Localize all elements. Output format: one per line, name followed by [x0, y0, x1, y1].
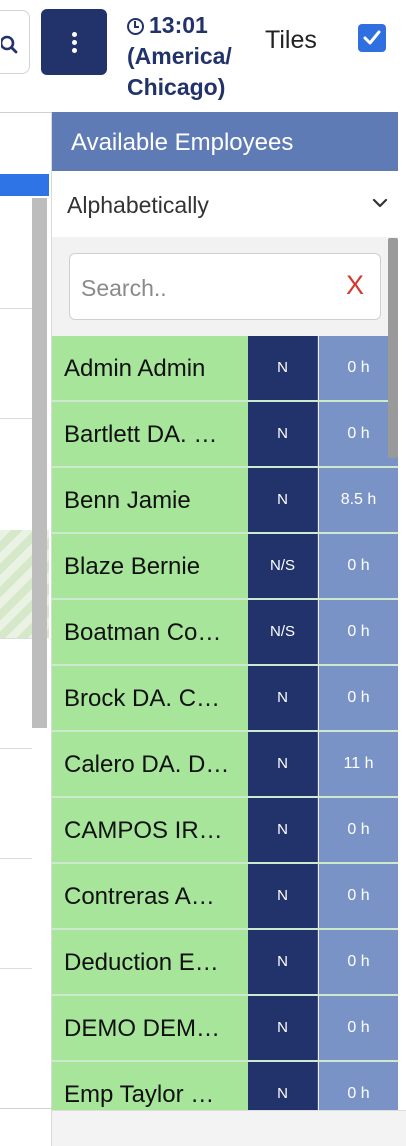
employee-status-badge: N	[248, 732, 318, 796]
employee-status-badge: N	[248, 798, 318, 862]
employee-status-badge: N	[248, 402, 318, 466]
current-time: 13:01 (America/ Chicago)	[127, 10, 257, 103]
employee-name: Blaze Bernie	[52, 534, 248, 598]
employee-name: Brock DA. C…	[52, 666, 248, 730]
employee-name: Benn Jamie	[52, 468, 248, 532]
employee-status-badge: N	[248, 666, 318, 730]
employee-status-badge: N	[248, 864, 318, 928]
panel-scrollbar[interactable]	[388, 238, 398, 458]
search-button[interactable]	[0, 10, 30, 74]
employee-hours: 0 h	[319, 402, 398, 466]
employee-row[interactable]: Benn Jamie N 8.5 h	[52, 468, 398, 534]
employee-hours: 0 h	[319, 666, 398, 730]
employee-hours: 0 h	[319, 930, 398, 994]
employee-hours: 0 h	[319, 1062, 398, 1110]
employee-row[interactable]: Boatman Co… N/S 0 h	[52, 600, 398, 666]
employee-status-badge: N	[248, 996, 318, 1060]
employee-row[interactable]: Bartlett DA. … N 0 h	[52, 402, 398, 468]
employee-status-badge: N/S	[248, 534, 318, 598]
clear-search-button[interactable]: X	[346, 270, 364, 301]
employee-row[interactable]: Brock DA. C… N 0 h	[52, 666, 398, 732]
grid-scrollbar[interactable]	[32, 198, 47, 728]
employee-status-badge: N	[248, 1062, 318, 1110]
employee-row[interactable]: DEMO DEM… N 0 h	[52, 996, 398, 1062]
employee-search-area: Search.. X	[52, 237, 398, 336]
employee-status-badge: N/S	[248, 600, 318, 664]
employee-name: Calero DA. D…	[52, 732, 248, 796]
sort-selected-value: Alphabetically	[67, 192, 209, 218]
checkmark-icon	[363, 30, 381, 45]
timezone-line-1: (America/	[127, 43, 232, 69]
employee-row[interactable]: CAMPOS IR… N 0 h	[52, 798, 398, 864]
employee-row[interactable]: Admin Admin N 0 h	[52, 336, 398, 402]
employee-row[interactable]: Blaze Bernie N/S 0 h	[52, 534, 398, 600]
panel-footer	[52, 1110, 406, 1146]
tiles-checkbox[interactable]	[358, 24, 386, 52]
employee-name: Bartlett DA. …	[52, 402, 248, 466]
top-bar: 13:01 (America/ Chicago) Tiles	[0, 0, 406, 112]
employee-search-input[interactable]: Search.. X	[69, 253, 381, 320]
date-header-bar[interactable]	[0, 174, 49, 196]
employee-name: Boatman Co…	[52, 600, 248, 664]
employee-name: DEMO DEM…	[52, 996, 248, 1060]
chevron-down-icon	[372, 198, 388, 208]
employee-status-badge: N	[248, 468, 318, 532]
employee-list: Admin Admin N 0 h Bartlett DA. … N 0 h Benn Ja…	[52, 336, 398, 1110]
tiles-label: Tiles	[265, 26, 317, 54]
available-employees-panel: Available Employees Alphabetically Searc…	[52, 112, 398, 1110]
search-placeholder: Search..	[81, 275, 167, 301]
employee-name: Emp Taylor …	[52, 1062, 248, 1110]
employee-hours: 0 h	[319, 996, 398, 1060]
employee-status-badge: N	[248, 930, 318, 994]
employee-hours: 0 h	[319, 798, 398, 862]
sort-dropdown[interactable]: Alphabetically	[52, 171, 398, 237]
employee-row[interactable]: Contreras A… N 0 h	[52, 864, 398, 930]
employee-hours: 0 h	[319, 600, 398, 664]
employee-hours: 8.5 h	[319, 468, 398, 532]
employee-row[interactable]: Deduction E… N 0 h	[52, 930, 398, 996]
employee-hours: 0 h	[319, 864, 398, 928]
employee-row[interactable]: Emp Taylor … N 0 h	[52, 1062, 398, 1110]
employee-row[interactable]: Calero DA. D… N 11 h	[52, 732, 398, 798]
schedule-grid-edge	[0, 112, 52, 1146]
time-value: 13:01	[149, 12, 208, 38]
more-menu-button[interactable]	[41, 9, 107, 75]
search-icon	[1, 35, 18, 54]
timezone-line-2: Chicago)	[127, 74, 226, 100]
employee-hours: 0 h	[319, 336, 398, 400]
employee-hours: 0 h	[319, 534, 398, 598]
employee-status-badge: N	[248, 336, 318, 400]
employee-name: Deduction E…	[52, 930, 248, 994]
employee-name: CAMPOS IR…	[52, 798, 248, 862]
clock-icon	[127, 17, 144, 35]
employee-name: Contreras A…	[52, 864, 248, 928]
employee-name: Admin Admin	[52, 336, 248, 400]
panel-title: Available Employees	[52, 112, 398, 171]
employee-hours: 11 h	[319, 732, 398, 796]
